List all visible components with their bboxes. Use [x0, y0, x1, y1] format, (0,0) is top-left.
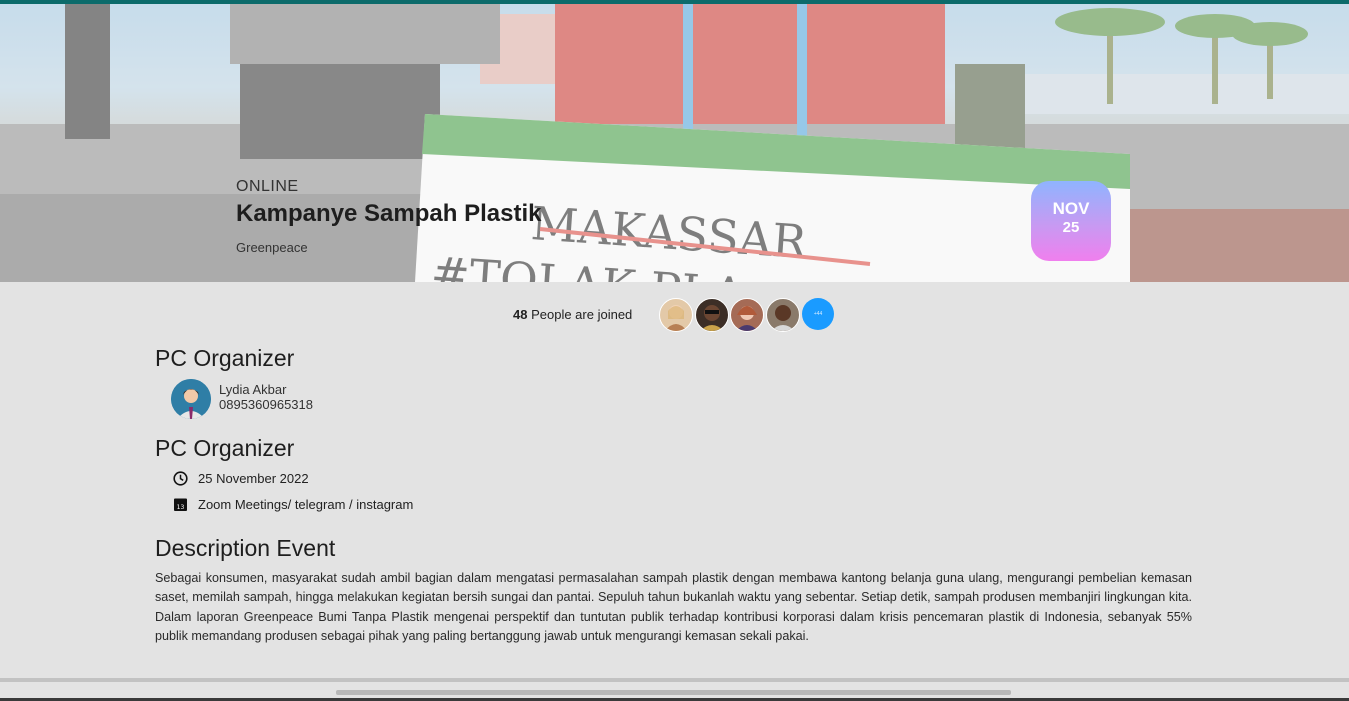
date-month: NOV	[1052, 199, 1090, 218]
date-day: 25	[1062, 219, 1080, 237]
event-status: ONLINE	[236, 178, 299, 195]
organizer-name: Lydia Akbar	[219, 382, 287, 397]
section-divider	[0, 678, 1349, 682]
horizontal-scrollbar[interactable]	[336, 690, 1011, 695]
clock-icon	[173, 471, 188, 486]
joined-text: 48 People are joined	[513, 307, 632, 322]
event-date: 25 November 2022	[198, 471, 309, 486]
participant-avatar[interactable]	[730, 298, 764, 332]
event-date-row: 25 November 2022	[173, 471, 309, 486]
joined-count: 48	[513, 307, 528, 322]
description-text: Sebagai konsumen, masyarakat sudah ambil…	[155, 571, 1192, 644]
svg-text:13: 13	[177, 504, 185, 511]
description-heading: Description Event	[155, 535, 336, 561]
participant-avatar[interactable]	[766, 298, 800, 332]
participant-avatar[interactable]	[695, 298, 729, 332]
banner-text: ONLINE Kampanye Sampah Plastik Greenpeac…	[236, 178, 541, 255]
event-banner: MAKASSAR #TOLAK PLA ONLINE Kampanye Samp…	[0, 4, 1349, 282]
event-location: Zoom Meetings/ telegram / instagram	[198, 497, 414, 512]
banner-overlay	[0, 4, 1349, 282]
participant-avatar[interactable]	[659, 298, 693, 332]
date-badge: NOV 25	[1031, 181, 1111, 261]
calendar-icon: 13	[173, 497, 188, 512]
event-location-row: 13 Zoom Meetings/ telegram / instagram	[173, 497, 413, 512]
details-heading: PC Organizer	[155, 435, 295, 461]
joined-label: People are joined	[531, 307, 633, 322]
organizer-heading: PC Organizer	[155, 345, 295, 371]
organizer-phone: 0895360965318	[219, 397, 313, 412]
joined-section: 48 People are joined +44	[0, 298, 1349, 332]
organizer-avatar	[171, 379, 211, 419]
event-title: Kampanye Sampah Plastik	[236, 200, 542, 227]
event-organization: Greenpeace	[236, 240, 308, 255]
more-participants-avatar[interactable]: +44	[802, 298, 834, 330]
